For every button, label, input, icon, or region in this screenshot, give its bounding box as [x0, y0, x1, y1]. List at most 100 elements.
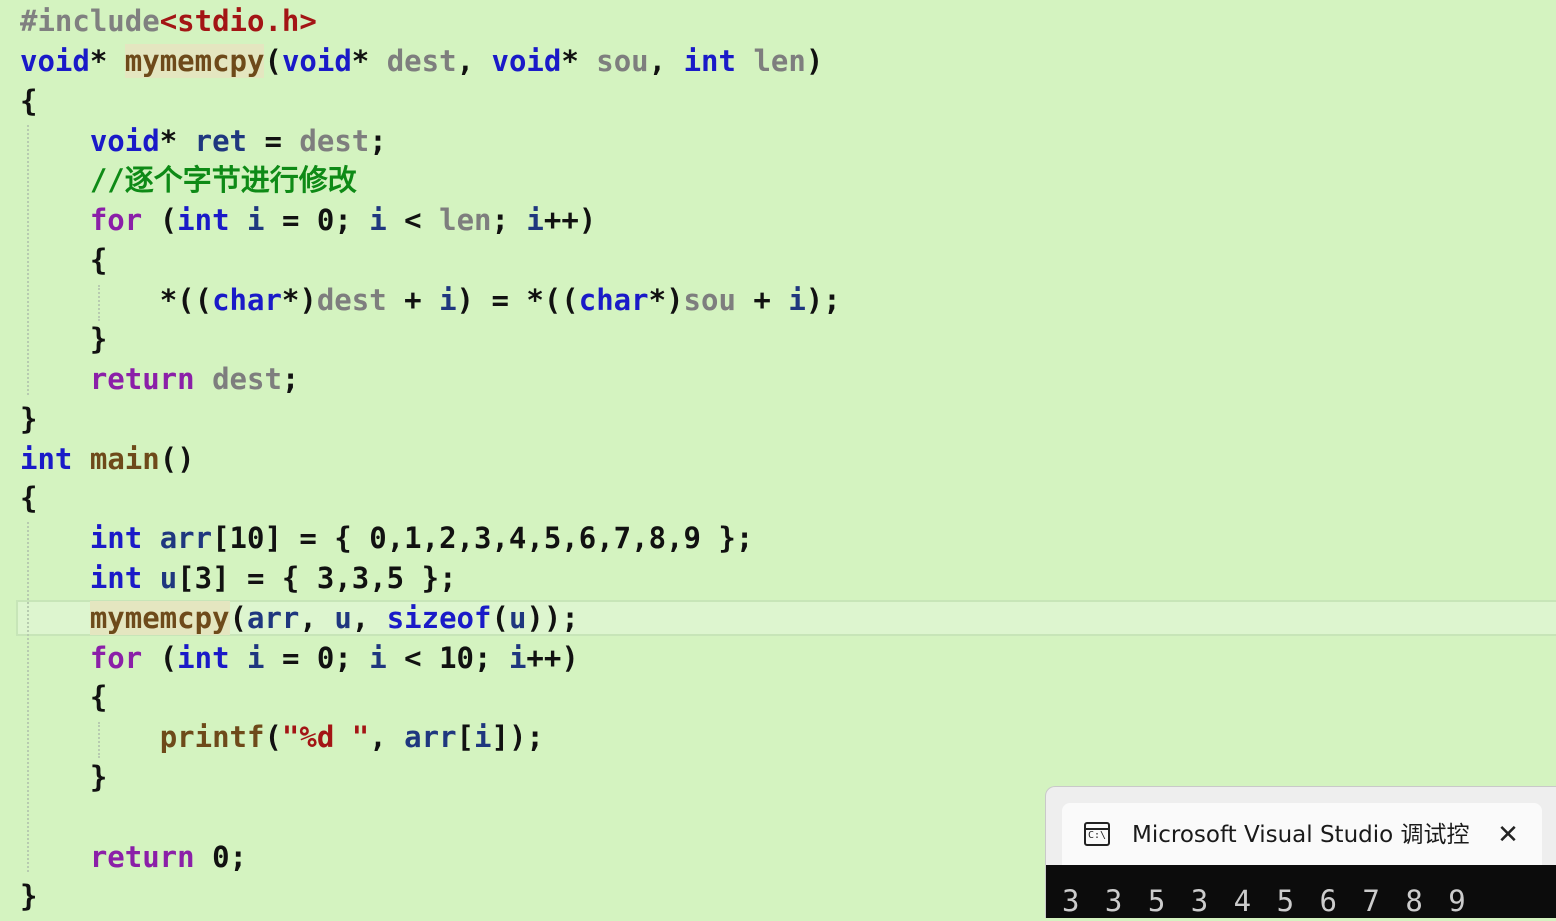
code-line[interactable]: //逐个字节进行修改 [20, 160, 357, 200]
code-token: ; [369, 124, 387, 158]
code-token: { [89, 243, 108, 277]
code-token: , [648, 44, 684, 78]
keyword: char [212, 283, 282, 317]
code-token: , [299, 601, 335, 635]
code-editor[interactable]: #include<stdio.h> void* mymemcpy(void* d… [0, 0, 1556, 918]
code-line[interactable]: } [20, 757, 107, 797]
code-line[interactable]: { [20, 81, 37, 121]
code-line[interactable]: int main() [20, 439, 195, 479]
console-icon-text: C:\ [1088, 830, 1107, 841]
code-line[interactable]: } [20, 399, 37, 439]
code-token: = 0; [264, 641, 370, 675]
function-name: mymemcpy [124, 44, 265, 78]
code-line[interactable]: } [20, 876, 37, 916]
code-token: ; [491, 203, 527, 237]
code-line[interactable]: return 0; [20, 837, 247, 877]
include-header: <stdio.h> [159, 4, 317, 38]
parameter: sou [683, 283, 736, 317]
string-literal: "%d " [281, 720, 370, 754]
local-variable: i [439, 283, 457, 317]
parameter: len [753, 44, 806, 78]
local-variable: u [508, 601, 527, 635]
function-name: mymemcpy [89, 601, 230, 635]
code-line[interactable]: int u[3] = { 3,3,5 }; [20, 558, 457, 598]
keyword: int [683, 44, 736, 78]
parameter: dest [316, 283, 387, 317]
code-line[interactable]: } [20, 319, 107, 359]
code-token: 0; [194, 840, 247, 874]
code-line[interactable]: { [20, 478, 37, 518]
code-token: ) [805, 44, 824, 78]
code-token: * [89, 44, 108, 78]
control-keyword: return [89, 840, 195, 874]
code-token: } [89, 322, 108, 356]
local-variable: arr [247, 601, 300, 635]
console-window-icon: C:\ [1084, 822, 1110, 846]
parameter: dest [212, 362, 282, 396]
code-line[interactable]: { [20, 240, 107, 280]
code-line-current[interactable]: mymemcpy(arr, u, sizeof(u)); [20, 598, 579, 638]
parameter: len [439, 203, 492, 237]
code-line[interactable]: return dest; [20, 359, 300, 399]
code-token: ]); [491, 720, 544, 754]
code-token: , [456, 44, 492, 78]
code-token: { [20, 84, 38, 118]
code-token: * [561, 44, 579, 78]
keyword: int [89, 561, 143, 595]
close-icon[interactable]: ✕ [1490, 817, 1526, 853]
code-line[interactable]: #include<stdio.h> [20, 1, 317, 41]
code-line[interactable]: void* ret = dest; [20, 121, 387, 161]
code-token: *(( [159, 283, 213, 317]
local-variable: u [159, 561, 178, 595]
code-token: [10] = { 0,1,2,3,4,5,6,7,8,9 }; [212, 521, 754, 555]
code-token: + [386, 283, 440, 317]
code-line[interactable]: for (int i = 0; i < 10; i++) [20, 638, 579, 678]
code-token: ++) [526, 641, 579, 675]
function-name: main [89, 442, 160, 476]
local-variable: ret [194, 124, 248, 158]
local-variable: i [788, 283, 806, 317]
code-token: [3] = { 3,3,5 }; [177, 561, 457, 595]
code-token: , [351, 601, 387, 635]
control-keyword: for [89, 641, 143, 675]
code-token: , [369, 720, 405, 754]
console-title-tab[interactable]: C:\ Microsoft Visual Studio 调试控 ✕ [1062, 803, 1542, 867]
debug-console-window[interactable]: C:\ Microsoft Visual Studio 调试控 ✕ 3 3 5 … [1045, 786, 1556, 918]
local-variable: i [247, 641, 265, 675]
control-keyword: for [89, 203, 143, 237]
code-token: < 10; [386, 641, 509, 675]
keyword: int [20, 442, 73, 476]
keyword: int [177, 641, 230, 675]
code-line[interactable]: void* mymemcpy(void* dest, void* sou, in… [20, 41, 823, 81]
code-token: < [386, 203, 440, 237]
keyword: void [491, 44, 562, 78]
code-token: * [351, 44, 370, 78]
code-line[interactable]: *((char*)dest + i) = *((char*)sou + i); [20, 280, 841, 320]
code-token: } [20, 402, 38, 436]
code-token: ( [491, 601, 509, 635]
local-variable: u [334, 601, 352, 635]
code-line[interactable]: { [20, 677, 107, 717]
code-token: *) [281, 283, 317, 317]
code-line[interactable]: for (int i = 0; i < len; i++) [20, 200, 596, 240]
code-line[interactable]: int arr[10] = { 0,1,2,3,4,5,6,7,8,9 }; [20, 518, 754, 558]
console-output-area[interactable]: 3 3 5 3 4 5 6 7 8 9 [1046, 865, 1556, 918]
local-variable: i [526, 203, 544, 237]
preprocessor-directive: #include [20, 4, 160, 38]
code-line[interactable]: printf("%d ", arr[i]); [20, 717, 544, 757]
local-variable: arr [159, 521, 213, 555]
code-token: ); [805, 283, 841, 317]
